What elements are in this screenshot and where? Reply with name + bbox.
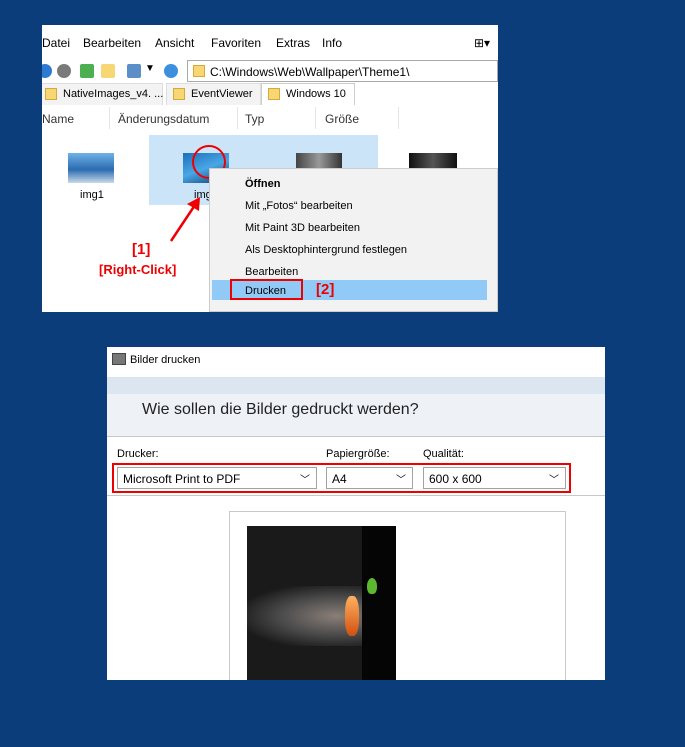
preview-dark — [362, 526, 396, 680]
column-header: Name Änderungsdatum Typ Größe — [42, 107, 498, 129]
address-bar[interactable]: C:\Windows\Web\Wallpaper\Theme1\ — [187, 60, 498, 82]
forward-icon[interactable] — [57, 64, 71, 78]
folder-icon — [173, 88, 185, 100]
dialog-question: Wie sollen die Bilder gedruckt werden? — [142, 401, 419, 418]
quality-label: Qualität: — [423, 448, 464, 460]
menu-info[interactable]: Info — [322, 36, 342, 50]
menu-datei[interactable]: Datei — [42, 36, 70, 50]
layout-menu-icon[interactable]: ⊞▾ — [474, 36, 490, 50]
column-divider[interactable] — [237, 107, 238, 129]
printer-label: Drucker: — [117, 448, 159, 460]
context-menu: Öffnen Mit „Fotos“ bearbeiten Mit Paint … — [209, 168, 498, 312]
print-preview — [229, 511, 566, 680]
column-name[interactable]: Name — [42, 112, 74, 126]
annotation-options-box — [112, 463, 571, 493]
preview-flame — [345, 596, 359, 636]
ctx-item-edit[interactable]: Bearbeiten — [245, 266, 298, 278]
annotation-step1-sub: [Right-Click] — [99, 262, 177, 277]
column-size[interactable]: Größe — [325, 112, 359, 126]
tab-bar: NativeImages_v4. ... EventViewer Windows… — [42, 83, 498, 105]
view-chevron-icon[interactable]: ▼ — [145, 63, 155, 74]
menu-favoriten[interactable]: Favoriten — [211, 36, 261, 50]
printer-icon — [112, 353, 126, 365]
dialog-titlebar: Bilder drucken — [107, 347, 605, 377]
folder-icon — [268, 88, 280, 100]
column-type[interactable]: Typ — [245, 112, 264, 126]
menu-bar: Datei Bearbeiten Ansicht Favoriten Extra… — [42, 25, 498, 59]
menu-bearbeiten[interactable]: Bearbeiten — [83, 36, 141, 50]
up-folder-icon[interactable] — [80, 64, 94, 78]
ctx-item-open[interactable]: Öffnen — [245, 178, 280, 190]
ctx-item-photos[interactable]: Mit „Fotos“ bearbeiten — [245, 200, 353, 212]
new-folder-icon[interactable] — [101, 64, 115, 78]
tab-eventviewer[interactable]: EventViewer — [166, 83, 261, 105]
menu-extras[interactable]: Extras — [276, 36, 310, 50]
img1-thumbnail[interactable] — [68, 153, 114, 183]
preview-leaf — [367, 578, 377, 594]
column-divider[interactable] — [315, 107, 316, 129]
tab-label: Windows 10 — [286, 88, 346, 100]
paper-size-label: Papiergröße: — [326, 448, 390, 460]
tab-nativeimages[interactable]: NativeImages_v4. ... — [42, 83, 163, 105]
annotation-arrow — [169, 197, 200, 242]
dialog-header: Wie sollen die Bilder gedruckt werden? — [107, 394, 605, 437]
annotation-step2: [2] — [316, 281, 335, 298]
column-divider[interactable] — [398, 107, 399, 129]
preview-image — [247, 526, 396, 680]
ctx-item-wallpaper[interactable]: Als Desktophintergrund festlegen — [245, 244, 407, 256]
tab-windows-10[interactable]: Windows 10 — [261, 83, 355, 105]
folder-icon — [193, 65, 205, 77]
annotation-step1: [1] — [132, 241, 151, 258]
menu-ansicht[interactable]: Ansicht — [155, 36, 194, 50]
file-name-img1[interactable]: img1 — [80, 189, 104, 201]
print-dialog: Bilder drucken Wie sollen die Bilder ged… — [107, 347, 605, 680]
toolbar: ▼ C:\Windows\Web\Wallpaper\Theme1\ — [42, 59, 498, 85]
ctx-item-paint3d[interactable]: Mit Paint 3D bearbeiten — [245, 222, 360, 234]
dialog-separator — [107, 495, 605, 496]
back-icon[interactable] — [42, 64, 52, 78]
dialog-strip — [107, 377, 605, 394]
tab-label: NativeImages_v4. ... — [63, 88, 164, 100]
tab-label: EventViewer — [191, 88, 253, 100]
address-path: C:\Windows\Web\Wallpaper\Theme1\ — [210, 65, 410, 79]
explorer-window: Datei Bearbeiten Ansicht Favoriten Extra… — [42, 25, 498, 312]
view-icon[interactable] — [127, 64, 141, 78]
refresh-icon[interactable] — [164, 64, 178, 78]
column-date[interactable]: Änderungsdatum — [118, 112, 209, 126]
dialog-title: Bilder drucken — [130, 354, 201, 366]
annotation-print-box — [230, 279, 303, 300]
column-divider[interactable] — [109, 107, 110, 129]
folder-icon — [45, 88, 57, 100]
